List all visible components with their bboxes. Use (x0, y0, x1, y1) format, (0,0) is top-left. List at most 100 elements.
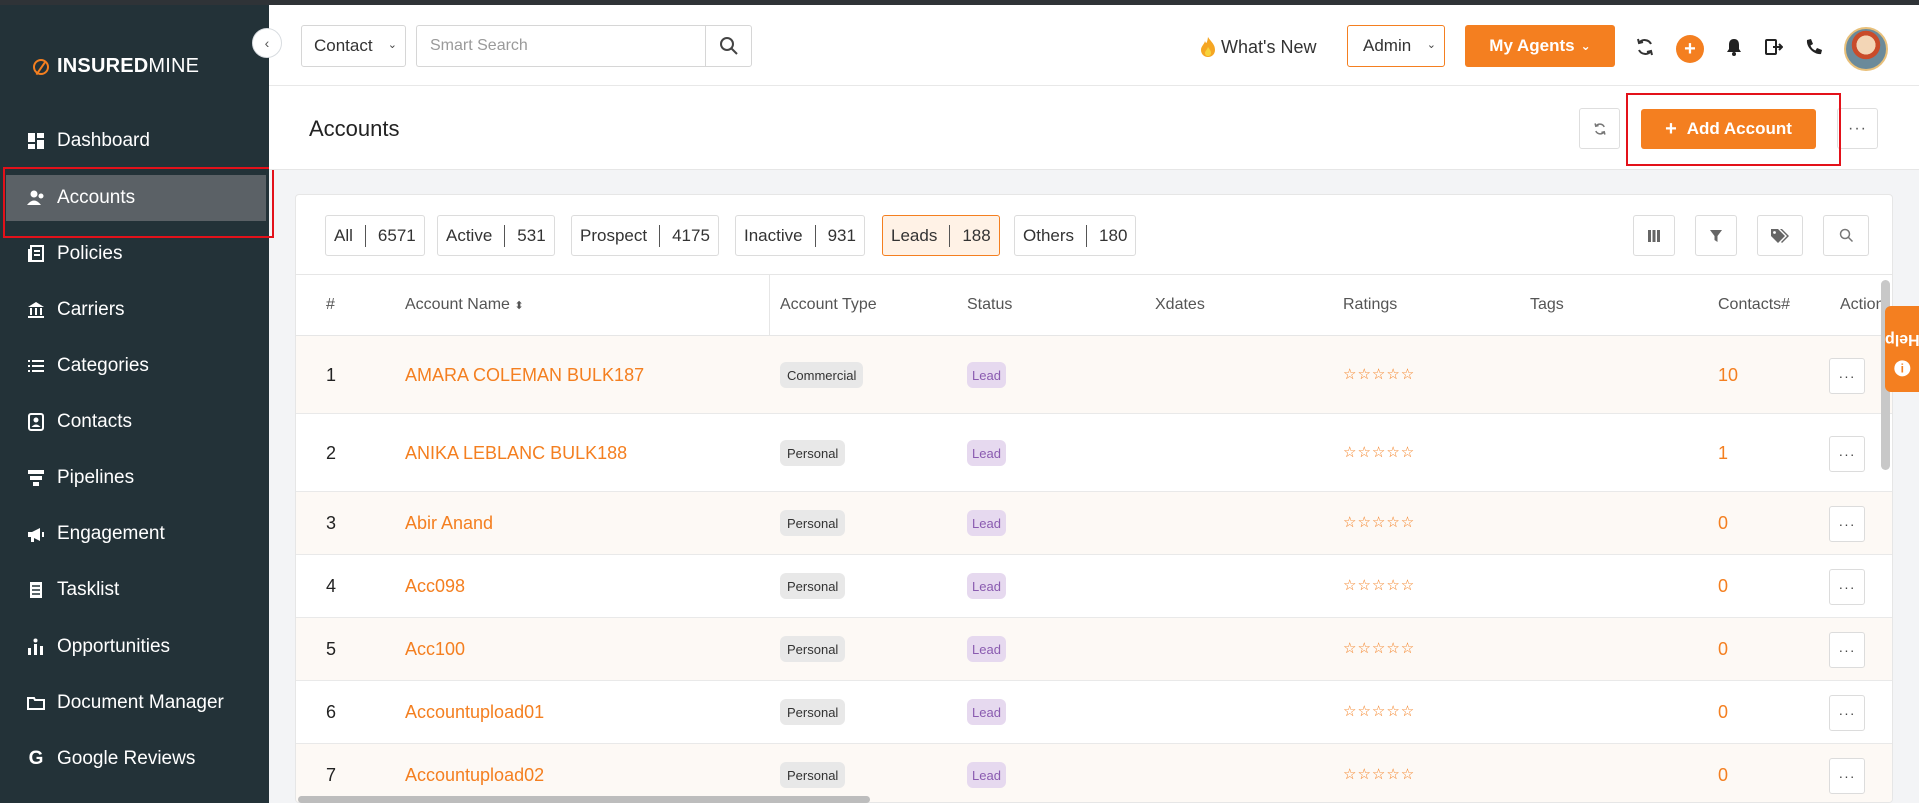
row-action-button[interactable]: ··· (1829, 569, 1865, 605)
filter-label: Leads (891, 225, 938, 245)
row-action-button[interactable]: ··· (1829, 758, 1865, 794)
logout-button[interactable] (1763, 36, 1785, 58)
account-name-link[interactable]: ANIKA LEBLANC BULK188 (405, 443, 627, 464)
table-row[interactable]: 6 Accountupload01 Personal Lead ☆☆☆☆☆ 0 … (296, 681, 1892, 744)
role-value: Admin (1363, 36, 1412, 55)
filter-chip-all[interactable]: All 6571 (325, 215, 425, 256)
table-search-button[interactable] (1823, 215, 1869, 256)
rating-stars[interactable]: ☆☆☆☆☆ (1343, 365, 1415, 383)
sidebar-collapse-button[interactable]: ‹ (252, 28, 282, 58)
contacts-count-link[interactable]: 1 (1718, 443, 1728, 464)
more-dots-icon: ··· (1838, 642, 1856, 658)
account-name-link[interactable]: Abir Anand (405, 513, 493, 534)
horizontal-scrollbar[interactable] (298, 796, 870, 803)
columns-button[interactable] (1633, 215, 1675, 256)
user-avatar[interactable] (1844, 27, 1888, 71)
account-name-link[interactable]: Acc100 (405, 639, 465, 660)
account-type-badge: Personal (780, 440, 846, 466)
whats-new-link[interactable]: What's New (1199, 36, 1316, 58)
notifications-button[interactable] (1723, 36, 1745, 58)
sidebar-item-opportunities[interactable]: Opportunities (0, 624, 269, 670)
table-row[interactable]: 3 Abir Anand Personal Lead ☆☆☆☆☆ 0 ··· (296, 492, 1892, 555)
table-row[interactable]: 1 AMARA COLEMAN BULK187 Commercial Lead … (296, 336, 1892, 414)
sidebar-item-document-manager[interactable]: Document Manager (0, 680, 269, 726)
account-name-link[interactable]: AMARA COLEMAN BULK187 (405, 365, 644, 386)
filter-chip-others[interactable]: Others 180 (1014, 215, 1137, 256)
refresh-button[interactable] (1579, 108, 1620, 149)
column-header-action: Action (1840, 296, 1885, 313)
header-more-button[interactable]: ··· (1837, 108, 1878, 149)
rating-stars[interactable]: ☆☆☆☆☆ (1343, 639, 1415, 657)
phone-button[interactable] (1803, 36, 1825, 58)
tags-button[interactable] (1757, 215, 1803, 256)
contacts-count-link[interactable]: 0 (1718, 513, 1728, 534)
sidebar: INSUREDMINE Dashboard Accounts Policies … (0, 5, 269, 803)
table-row[interactable]: 7 Accountupload02 Personal Lead ☆☆☆☆☆ 0 … (296, 744, 1892, 802)
sidebar-item-google-reviews[interactable]: G Google Reviews (0, 736, 269, 782)
brand-logo[interactable]: INSUREDMINE (33, 55, 199, 78)
sidebar-item-label: Carriers (57, 299, 125, 320)
rating-stars[interactable]: ☆☆☆☆☆ (1343, 765, 1415, 783)
column-label: Account Name (405, 296, 510, 313)
sidebar-item-contacts[interactable]: Contacts (0, 399, 269, 445)
sidebar-item-label: Engagement (57, 523, 165, 544)
row-number: 7 (326, 765, 337, 785)
smart-search-input[interactable] (416, 25, 706, 67)
row-number: 4 (326, 576, 337, 596)
sync-button[interactable] (1634, 36, 1656, 58)
filter-chip-inactive[interactable]: Inactive 931 (735, 215, 865, 256)
rating-stars[interactable]: ☆☆☆☆☆ (1343, 513, 1415, 531)
filter-label: All (334, 225, 353, 245)
filter-chip-active[interactable]: Active 531 (437, 215, 555, 256)
account-name-link[interactable]: Accountupload02 (405, 765, 544, 786)
account-type-badge: Personal (780, 573, 846, 599)
contacts-count-link[interactable]: 0 (1718, 576, 1728, 597)
table-row[interactable]: 4 Acc098 Personal Lead ☆☆☆☆☆ 0 ··· (296, 555, 1892, 618)
row-action-button[interactable]: ··· (1829, 436, 1865, 472)
sidebar-item-carriers[interactable]: Carriers (0, 287, 269, 333)
row-action-button[interactable]: ··· (1829, 506, 1865, 542)
sidebar-item-label: Pipelines (57, 467, 135, 488)
account-name-link[interactable]: Acc098 (405, 576, 465, 597)
filter-chip-leads[interactable]: Leads 188 (882, 215, 1000, 256)
search-button[interactable] (705, 25, 752, 67)
contacts-count-link[interactable]: 0 (1718, 639, 1728, 660)
filter-count: 531 (517, 225, 546, 245)
help-tab[interactable]: i Help (1885, 306, 1919, 392)
sidebar-item-accounts[interactable]: Accounts (6, 175, 266, 221)
sidebar-item-categories[interactable]: Categories (0, 343, 269, 389)
my-agents-button[interactable]: My Agents ⌄ (1465, 25, 1615, 67)
rating-stars[interactable]: ☆☆☆☆☆ (1343, 443, 1415, 461)
contacts-count-link[interactable]: 10 (1718, 365, 1738, 386)
account-name-link[interactable]: Accountupload01 (405, 702, 544, 723)
rating-stars[interactable]: ☆☆☆☆☆ (1343, 702, 1415, 720)
sidebar-item-engagement[interactable]: Engagement (0, 511, 269, 557)
sidebar-item-tasklist[interactable]: Tasklist (0, 567, 269, 613)
tags-icon (1771, 228, 1789, 243)
logo-mark-icon (33, 58, 49, 75)
search-scope-select[interactable]: Contact ⌄ (301, 25, 406, 67)
role-select[interactable]: Admin ⌄ (1347, 25, 1445, 67)
filter-button[interactable] (1695, 215, 1737, 256)
sidebar-item-policies[interactable]: Policies (0, 231, 269, 277)
table-row[interactable]: 5 Acc100 Personal Lead ☆☆☆☆☆ 0 ··· (296, 618, 1892, 681)
rating-stars[interactable]: ☆☆☆☆☆ (1343, 576, 1415, 594)
sidebar-item-pipelines[interactable]: Pipelines (0, 455, 269, 501)
quick-add-button[interactable]: + (1676, 35, 1704, 63)
status-badge: Lead (967, 362, 1006, 388)
sidebar-item-label: Tasklist (57, 579, 120, 600)
row-action-button[interactable]: ··· (1829, 358, 1865, 394)
filter-chip-prospect[interactable]: Prospect 4175 (571, 215, 719, 256)
table-row[interactable]: 2 ANIKA LEBLANC BULK188 Personal Lead ☆☆… (296, 414, 1892, 492)
row-action-button[interactable]: ··· (1829, 632, 1865, 668)
contacts-count-link[interactable]: 0 (1718, 765, 1728, 786)
brand-name-rest: MINE (148, 55, 200, 77)
add-account-button[interactable]: + Add Account (1641, 109, 1816, 149)
sidebar-item-label: Document Manager (57, 692, 224, 713)
column-header-account-name[interactable]: Account Name ⬍ (405, 296, 524, 314)
row-action-button[interactable]: ··· (1829, 695, 1865, 731)
status-badge: Lead (967, 573, 1006, 599)
contacts-count-link[interactable]: 0 (1718, 702, 1728, 723)
whats-new-label: What's New (1221, 36, 1317, 57)
sidebar-item-dashboard[interactable]: Dashboard (0, 118, 269, 164)
